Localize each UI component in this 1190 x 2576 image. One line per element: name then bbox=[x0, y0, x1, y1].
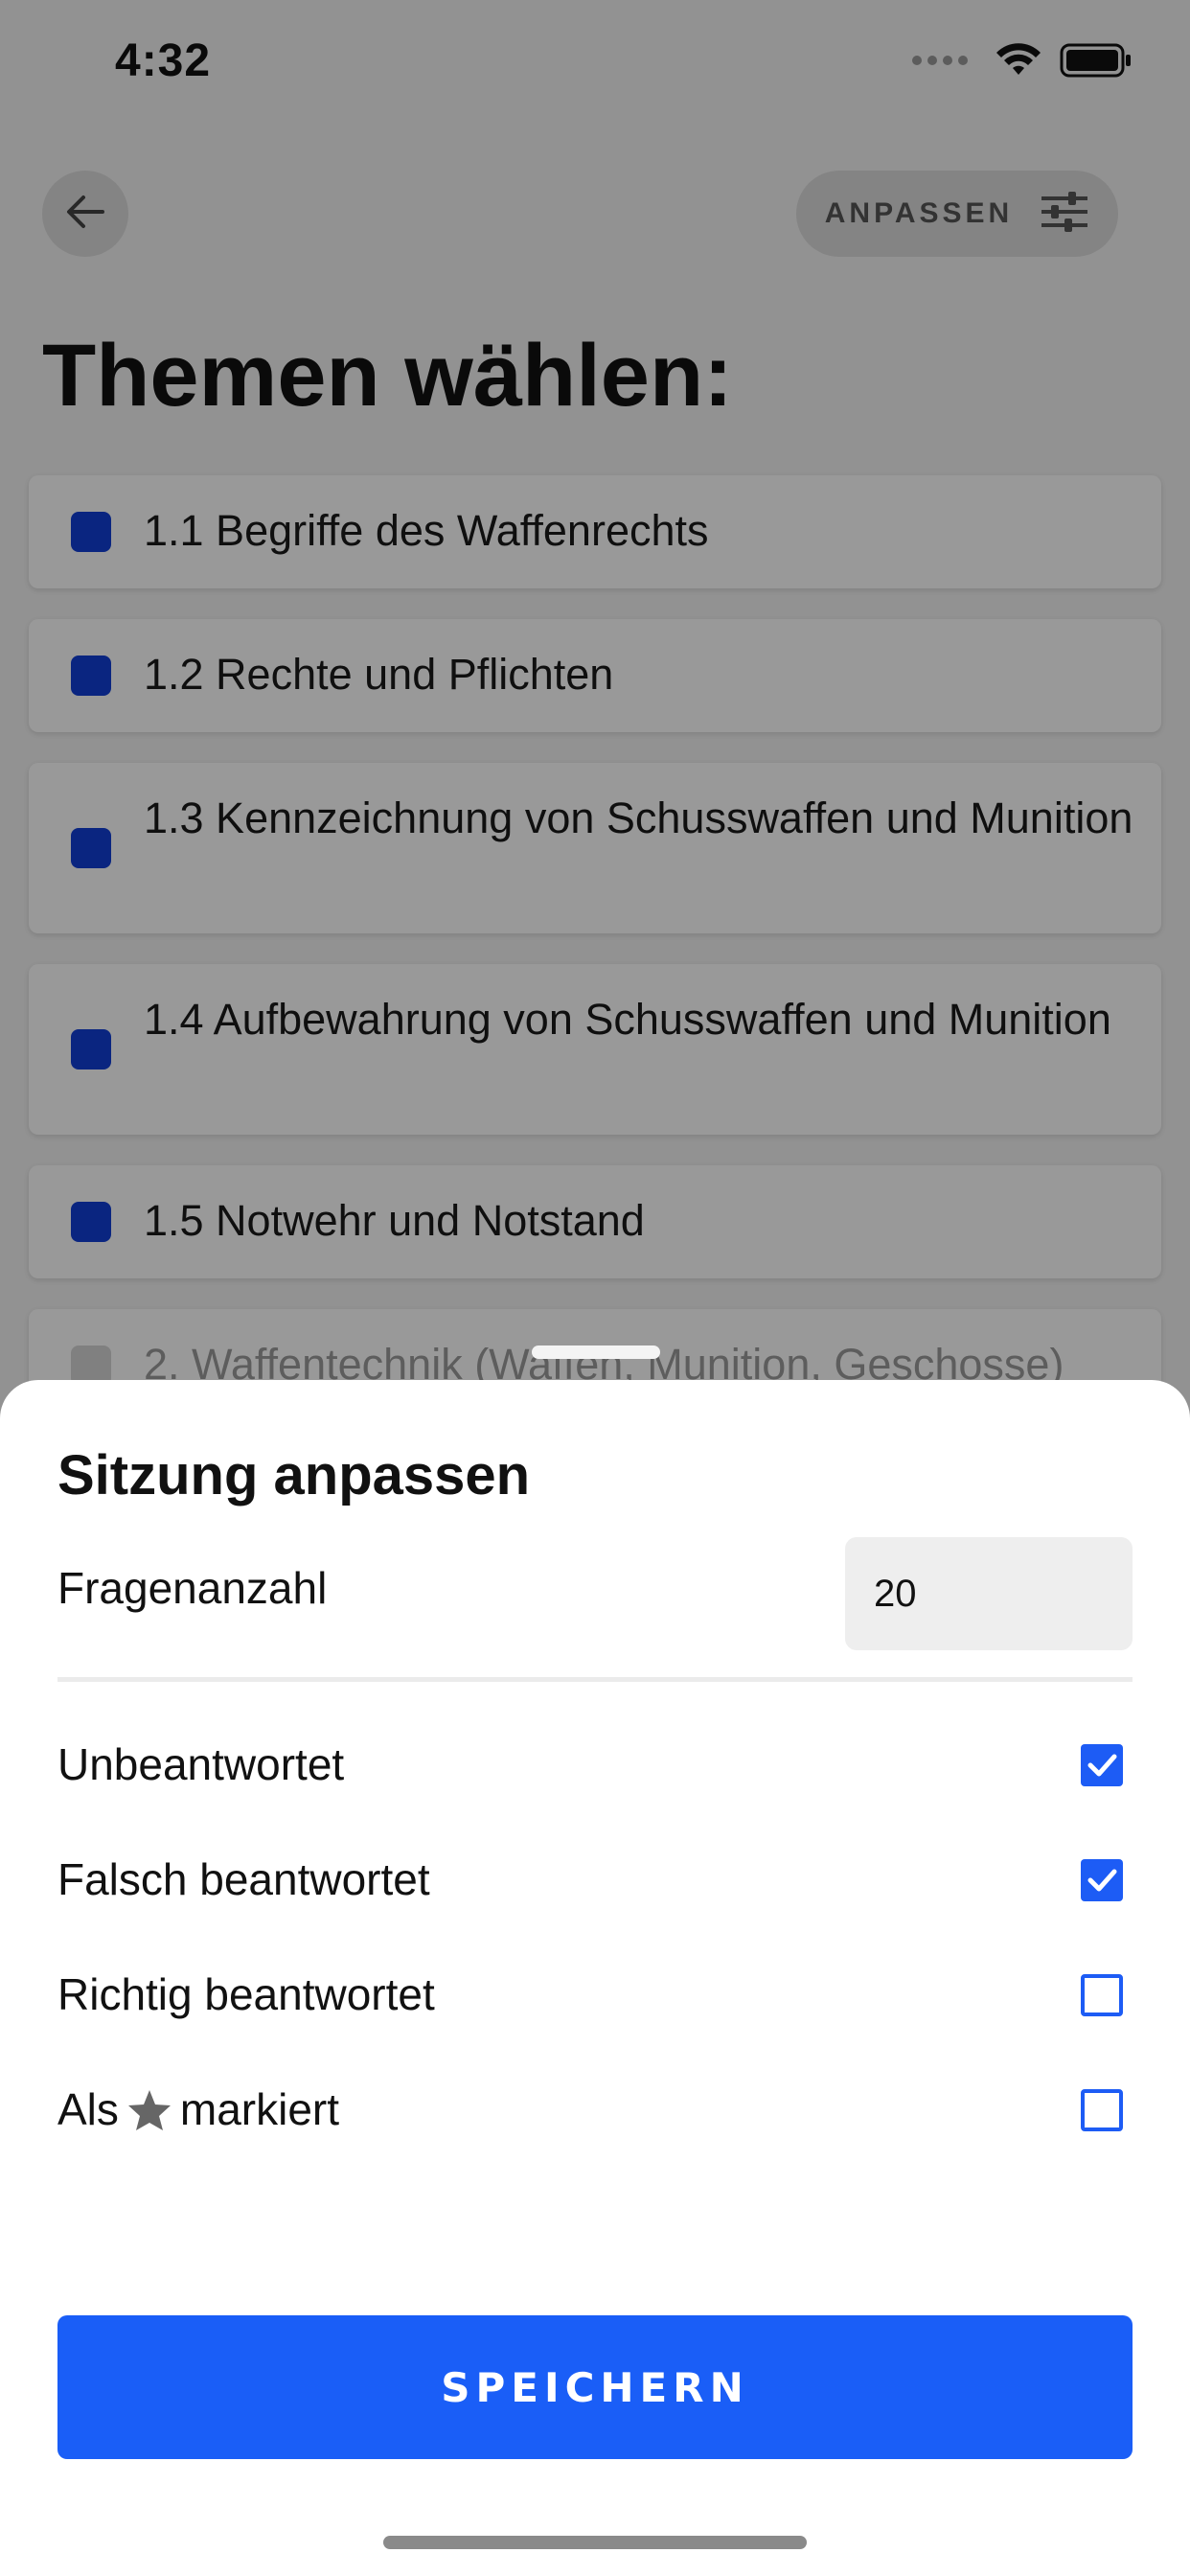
filter-label-starred-before: Als bbox=[57, 2084, 119, 2134]
filter-label-wrong: Falsch beantwortet bbox=[57, 1854, 430, 1904]
star-icon bbox=[126, 2088, 172, 2143]
sheet-drag-handle[interactable] bbox=[532, 1346, 660, 1359]
filter-label-starred-after: markiert bbox=[179, 2084, 340, 2134]
home-indicator bbox=[383, 2536, 807, 2549]
filter-label-correct: Richtig beantwortet bbox=[57, 1969, 435, 2019]
sheet-title: Sitzung anpassen bbox=[57, 1444, 531, 1506]
filter-checkbox-correct[interactable] bbox=[1081, 1974, 1123, 2016]
divider bbox=[57, 1677, 1133, 1682]
filter-label-unanswered: Unbeantwortet bbox=[57, 1739, 345, 1789]
filter-checkbox-unanswered[interactable] bbox=[1081, 1744, 1123, 1786]
filter-checkbox-wrong[interactable] bbox=[1081, 1859, 1123, 1901]
question-count-field[interactable]: 20 bbox=[845, 1537, 1133, 1650]
question-count-label: Fragenanzahl bbox=[57, 1563, 328, 1613]
customize-session-sheet: Sitzung anpassen Fragenanzahl 20 Unbeant… bbox=[0, 1380, 1190, 2576]
save-button[interactable]: SPEICHERN bbox=[57, 2315, 1133, 2459]
checkmark-icon bbox=[1087, 1869, 1117, 1892]
filter-checkbox-starred[interactable] bbox=[1081, 2089, 1123, 2131]
checkmark-icon bbox=[1087, 1754, 1117, 1777]
screen: 4:32 ANPASSEN Themen wählen: 1.1 Begriff… bbox=[0, 0, 1190, 2576]
filter-label-starred: Als markiert bbox=[57, 2083, 339, 2143]
